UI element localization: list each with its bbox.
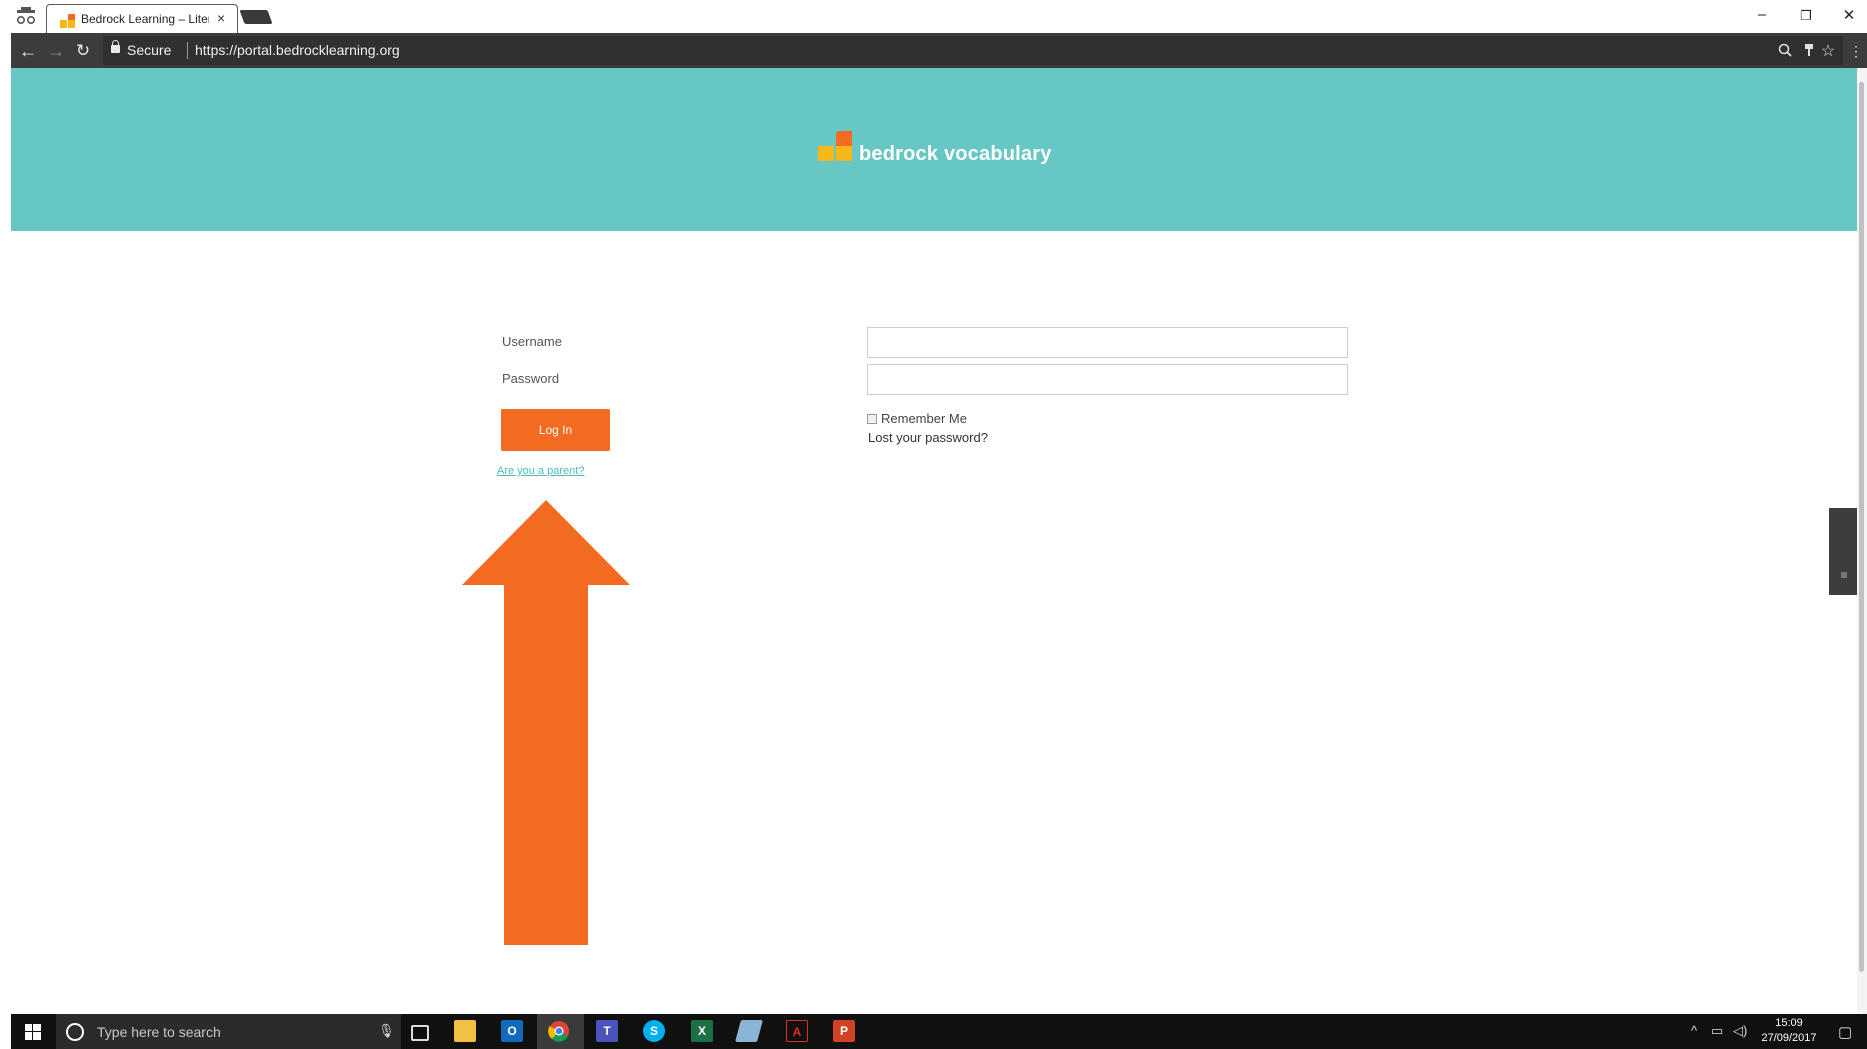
support-icon [1841,572,1847,578]
username-label: Username [502,334,562,349]
reload-icon[interactable]: ↻ [72,40,94,62]
scrollbar-thumb[interactable] [1859,82,1864,972]
remember-me-label[interactable]: Remember Me [881,411,967,426]
page-scrollbar[interactable] [1857,68,1867,1014]
taskbar-clock[interactable]: 15:09 27/09/2017 [1759,1016,1819,1046]
skype-icon[interactable]: S [643,1020,665,1042]
browser-toolbar: ← → ↻ Secure https://portal.bedrocklearn… [11,33,1867,68]
login-button[interactable]: Log In [501,409,610,451]
annotation-arrow-up [462,500,630,945]
outlook-icon[interactable]: O [501,1020,523,1042]
parent-link[interactable]: Are you a parent? [497,465,584,477]
acrobat-icon[interactable]: A [786,1020,808,1042]
notes-icon[interactable] [735,1020,763,1042]
browser-tab-strip: Bedrock Learning – Liter × – ❐ ✕ [0,0,1867,34]
forward-icon[interactable]: → [45,40,67,62]
username-input[interactable] [867,327,1348,358]
minimize-button[interactable]: – [1752,6,1772,23]
address-bar[interactable]: Secure https://portal.bedrocklearning.or… [103,36,1843,65]
bedrock-logo-icon[interactable] [818,128,854,164]
task-view-icon[interactable] [411,1025,429,1041]
bedrock-favicon-icon [60,14,75,28]
new-tab-button[interactable] [239,10,273,24]
clock-date: 27/09/2017 [1761,1032,1817,1044]
secure-label: Secure [127,42,172,58]
url-text[interactable]: https://portal.bedrocklearning.org [195,42,400,58]
omnibox-separator [187,42,188,59]
network-icon[interactable]: ▭ [1711,1023,1723,1039]
clock-time: 15:09 [1775,1017,1803,1029]
taskbar-search-placeholder: Type here to search [97,1024,221,1040]
teams-icon[interactable]: T [596,1020,618,1042]
microphone-icon[interactable]: 🎙 [378,1023,395,1039]
password-input[interactable] [867,364,1348,395]
restore-button[interactable]: ❐ [1796,8,1816,24]
remember-me-checkbox[interactable] [867,414,877,424]
incognito-icon[interactable] [14,7,38,25]
file-explorer-icon[interactable] [454,1020,476,1042]
cortana-icon [66,1023,84,1041]
windows-taskbar: Type here to search 🎙 O T S X A P ^ ▭ ◁)… [11,1014,1867,1049]
brand-name: bedrock vocabulary [859,143,1052,165]
tray-chevron-icon[interactable]: ^ [1691,1023,1697,1038]
lost-password-link[interactable]: Lost your password? [868,430,988,445]
zoom-icon[interactable] [1776,43,1794,57]
volume-icon[interactable]: ◁) [1733,1023,1747,1039]
notifications-icon[interactable]: ▢ [1838,1023,1852,1041]
extension-icon[interactable] [1800,43,1818,57]
lock-icon [111,40,120,53]
taskbar-search-box[interactable]: Type here to search 🎙 [56,1014,401,1049]
tab-close-icon[interactable]: × [217,10,225,26]
windows-start-icon[interactable] [25,1024,41,1040]
menu-icon[interactable]: ⋮ [1845,40,1867,62]
close-window-button[interactable]: ✕ [1839,6,1859,24]
bookmark-star-icon[interactable]: ☆ [1819,41,1837,61]
password-label: Password [502,371,560,386]
tab-title: Bedrock Learning – Liter [81,12,209,26]
browser-tab-active[interactable]: Bedrock Learning – Liter × [46,4,238,34]
back-icon[interactable]: ← [17,40,39,62]
powerpoint-icon[interactable]: P [833,1020,855,1042]
excel-icon[interactable]: X [691,1020,713,1042]
support-tab-button[interactable] [1829,508,1858,595]
chrome-icon[interactable] [548,1020,570,1042]
